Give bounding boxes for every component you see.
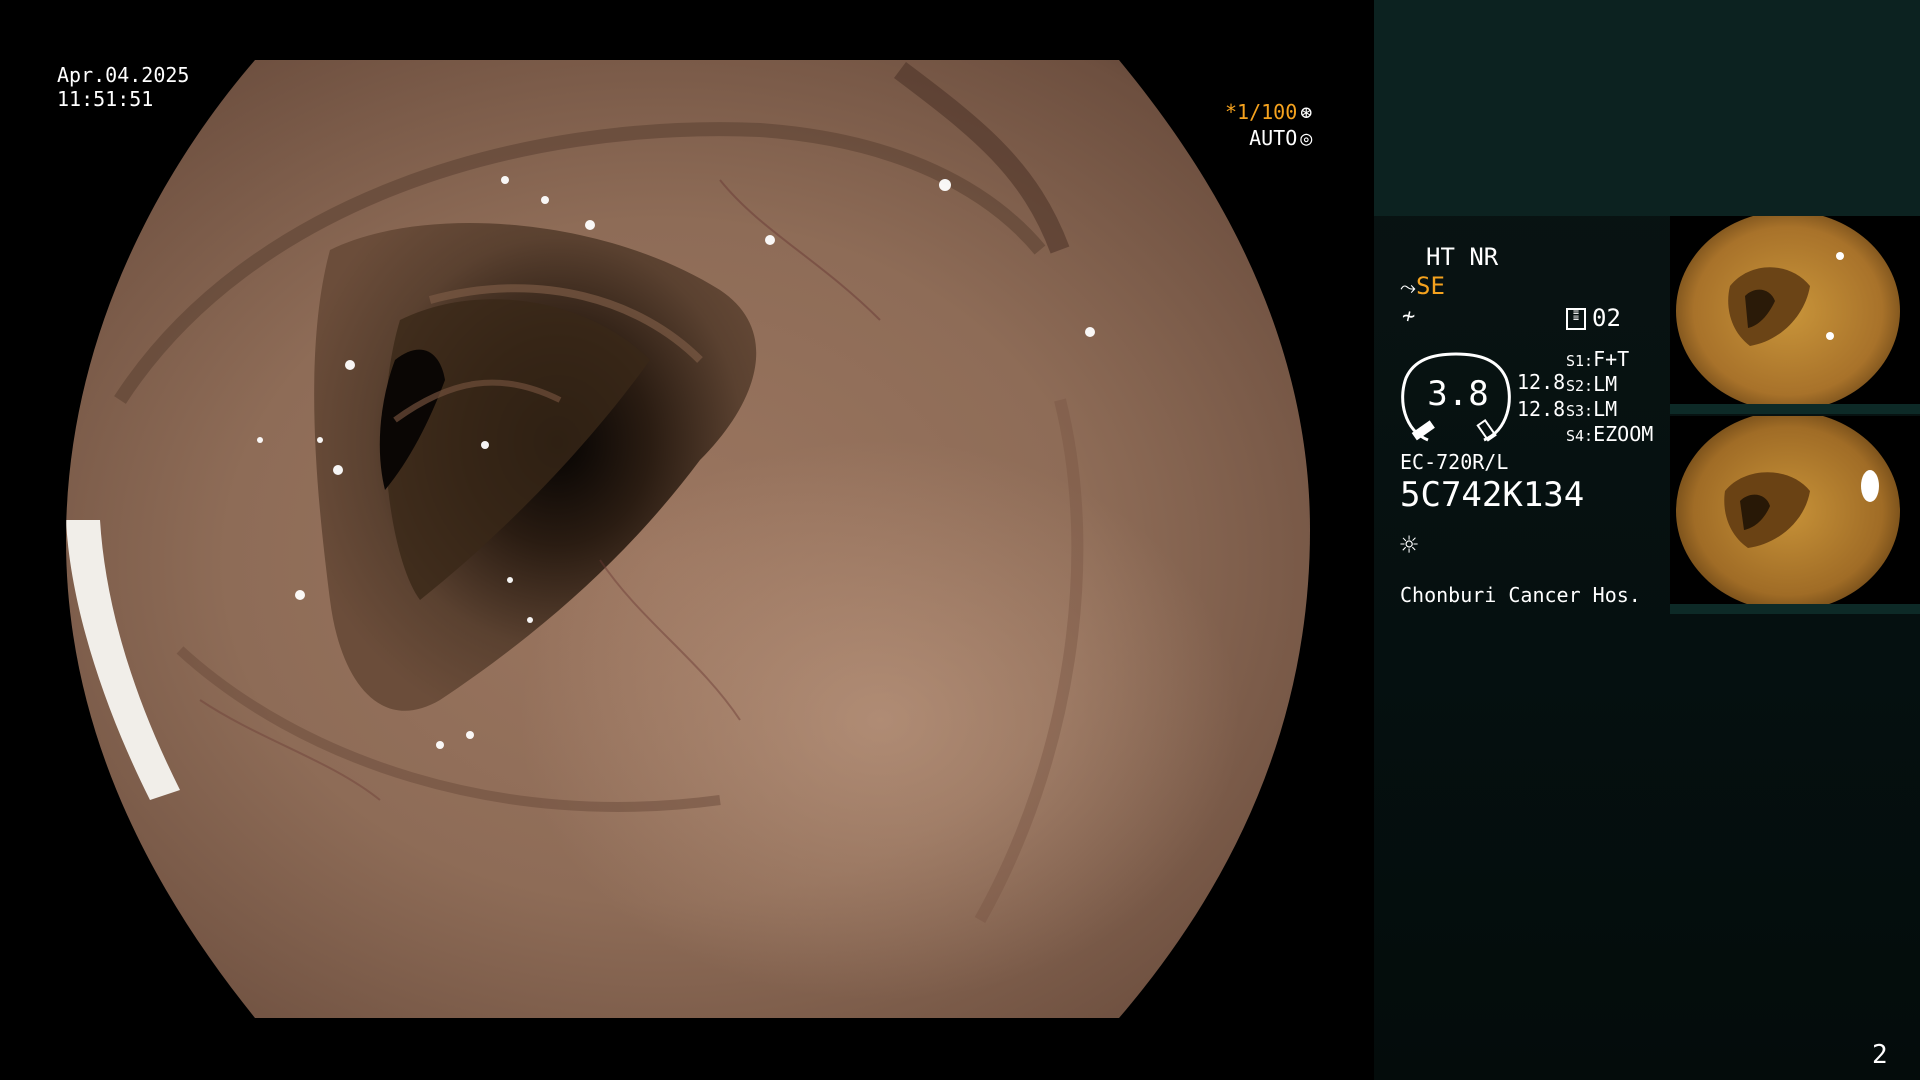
- endoscopic-image: [66, 60, 1310, 1018]
- info-panel: HT NR ⤳SE ≁ ≡ ≡ 02 3.8 12.8 12.8 S1:F+T S2…: [1374, 0, 1920, 1080]
- switch-key: S2:: [1566, 377, 1594, 395]
- exposure-mode: AUTO: [1249, 126, 1298, 150]
- shutter-speed: *1/100: [1225, 100, 1298, 124]
- thumbnail-1-caption-bar: [1670, 404, 1920, 414]
- enhance-setting: HT NR: [1426, 243, 1499, 271]
- scope-serial: 5C742K134: [1400, 475, 1585, 515]
- structure-enhance-icon: ⤳: [1400, 275, 1416, 299]
- switch-value: LM: [1593, 372, 1618, 396]
- thumbnail-image: [1670, 216, 1920, 406]
- switch-value: EZOOM: [1593, 422, 1654, 446]
- hospital-name: Chonburi Cancer Hos.: [1400, 583, 1641, 607]
- switch-value: F+T: [1593, 347, 1630, 371]
- switch-key: S1:: [1566, 352, 1594, 370]
- endoscope-view: Apr.04.2025 11:51:51 *1/100 ⊛ AUTO ◎: [0, 0, 1374, 1080]
- date-text: Apr.04.2025: [57, 63, 190, 87]
- switch-value: LM: [1593, 397, 1618, 421]
- level-a: 12.8: [1517, 370, 1566, 394]
- datetime: Apr.04.2025 11:51:51: [57, 63, 189, 111]
- page-number: 2: [1872, 1040, 1888, 1070]
- structure-mode: SE: [1416, 272, 1445, 300]
- switch-row-3: S3:LM: [1566, 397, 1617, 421]
- shutter-info: *1/100 ⊛ AUTO ◎: [1225, 100, 1312, 150]
- switch-row-2: S2:LM: [1566, 372, 1617, 396]
- aperture-icon: ⊛: [1300, 100, 1313, 124]
- color-mode-icon: ≁: [1402, 304, 1416, 329]
- switch-row-4: S4:EZOOM: [1566, 422, 1653, 446]
- zoom-value: 3.8: [1427, 374, 1489, 414]
- thumbnail-2-caption-bar: [1670, 604, 1920, 614]
- thumbnail-image: [1670, 416, 1920, 606]
- level-b: 12.8: [1517, 397, 1566, 421]
- thumbnail-1[interactable]: [1670, 216, 1920, 406]
- scope-model: EC-720R/L: [1400, 450, 1509, 474]
- record-icon: ≡ ≡: [1566, 308, 1586, 330]
- sun-icon: ☼: [1400, 528, 1419, 563]
- switch-key: S3:: [1566, 402, 1594, 420]
- structure-row: ⤳SE: [1400, 272, 1445, 300]
- switch-key: S4:: [1566, 427, 1594, 445]
- time-text: 11:51:51: [57, 87, 154, 111]
- switch-row-1: S1:F+T: [1566, 347, 1629, 371]
- iris-icon: ◎: [1300, 126, 1313, 150]
- thumbnail-2[interactable]: [1670, 416, 1920, 606]
- channel-row: ≡ ≡ 02: [1566, 304, 1621, 332]
- channel-number: 02: [1592, 304, 1621, 332]
- panel-header-area: [1374, 0, 1920, 216]
